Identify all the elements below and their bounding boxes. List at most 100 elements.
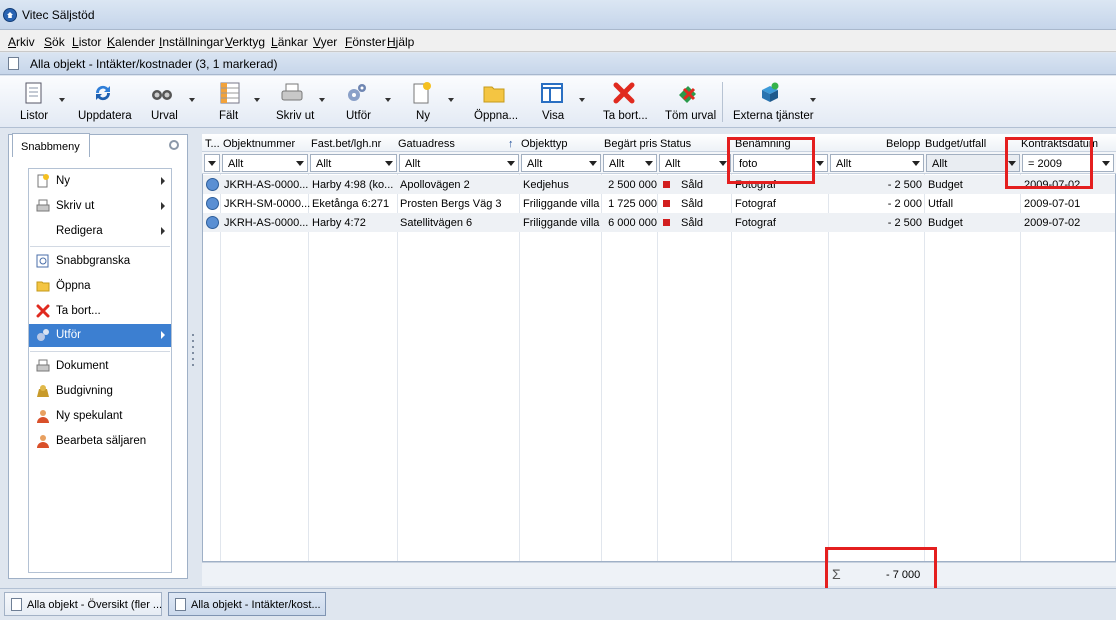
quick-menu-item-skriv-ut[interactable]: Skriv ut xyxy=(29,195,171,218)
toolbar-ny-button[interactable]: Ny xyxy=(404,78,454,124)
clear-selection-icon xyxy=(679,86,696,103)
column-header-typ[interactable]: T... xyxy=(205,138,220,150)
refresh-icon xyxy=(95,85,111,101)
menu-installningar[interactable]: Inställningar xyxy=(159,35,224,49)
toolbar-tom-urval-button[interactable]: Töm urval xyxy=(662,78,718,124)
title-bar: Vitec Säljstöd xyxy=(0,0,1116,30)
chevron-down-icon[interactable] xyxy=(319,98,325,102)
quick-menu-item-oppna[interactable]: Öppna xyxy=(29,275,171,298)
toolbar-visa-button[interactable]: Visa xyxy=(536,78,588,124)
quick-menu-item-ta-bort[interactable]: Ta bort... xyxy=(29,300,171,323)
house-icon xyxy=(206,178,219,191)
chevron-down-icon[interactable] xyxy=(448,98,454,102)
app-home-icon xyxy=(3,8,17,22)
column-header-budget-utfall[interactable]: Budget/utfall xyxy=(925,138,986,150)
menu-separator xyxy=(30,246,170,247)
external-services-icon xyxy=(762,82,779,102)
chevron-down-icon[interactable] xyxy=(189,98,195,102)
filter-begart-pris[interactable]: Allt xyxy=(603,154,657,172)
menu-separator xyxy=(30,351,170,352)
toolbar-listor-button[interactable]: Listor xyxy=(14,78,65,124)
chevron-down-icon[interactable] xyxy=(254,98,260,102)
table-row[interactable]: JKRH-AS-0000... Harby 4:72 Satellitvägen… xyxy=(203,213,1115,232)
toolbar-externa-tjanster-button[interactable]: Externa tjänster xyxy=(730,78,818,124)
column-header-fastbet[interactable]: Fast.bet/lgh.nr xyxy=(311,138,381,150)
table-row[interactable]: JKRH-SM-0000... Eketånga 6:271 Prosten B… xyxy=(203,194,1115,213)
sort-ascending-icon[interactable]: ↑ xyxy=(508,138,514,150)
chevron-down-icon[interactable] xyxy=(579,98,585,102)
grid-header: T... Objektnummer Fast.bet/lgh.nr Gatuad… xyxy=(202,134,1116,152)
table-row[interactable]: JKRH-AS-0000... Harby 4:98 (ko... Apollo… xyxy=(203,175,1115,194)
menu-listor[interactable]: Listor xyxy=(72,35,101,49)
gears-icon xyxy=(348,84,366,101)
tab-snabbmeny[interactable]: Snabbmeny xyxy=(12,133,90,157)
delete-icon xyxy=(613,82,635,104)
toolbar-falt-button[interactable]: Fält xyxy=(214,78,262,124)
chevron-down-icon[interactable] xyxy=(810,98,816,102)
toolbar-uppdatera-button[interactable]: Uppdatera xyxy=(76,78,132,124)
quick-menu-item-budgivning[interactable]: Budgivning xyxy=(29,380,171,403)
chevron-down-icon xyxy=(1102,161,1110,166)
toolbar-separator xyxy=(722,82,723,122)
toolbar-ta-bort-button[interactable]: Ta bort... xyxy=(600,78,650,124)
window-title: Vitec Säljstöd xyxy=(22,8,95,22)
chevron-down-icon xyxy=(589,161,597,166)
chevron-down-icon xyxy=(912,161,920,166)
menu-kalender[interactable]: Kalender xyxy=(107,35,155,49)
chevron-down-icon xyxy=(296,161,304,166)
chevron-down-icon[interactable] xyxy=(385,98,391,102)
highlight-box xyxy=(727,137,815,184)
list-icon xyxy=(25,82,42,104)
filter-fastbet[interactable]: Allt xyxy=(310,154,397,172)
summary-bar xyxy=(202,562,1116,586)
quick-menu-item-redigera[interactable]: Redigera xyxy=(29,220,171,243)
column-header-objekttyp[interactable]: Objekttyp xyxy=(521,138,567,150)
document-icon xyxy=(175,598,186,611)
quick-menu-item-snabbgranska[interactable]: Snabbgranska xyxy=(29,250,171,273)
menu-bar: Arkiv Sök Listor Kalender Inställningar … xyxy=(0,30,1116,52)
menu-verktyg[interactable]: Verktyg xyxy=(225,35,265,49)
quick-menu-item-utfor[interactable]: Utför xyxy=(29,324,171,347)
column-header-objektnummer[interactable]: Objektnummer xyxy=(223,138,295,150)
filter-belopp[interactable]: Allt xyxy=(830,154,924,172)
filter-objektnummer[interactable]: Allt xyxy=(222,154,308,172)
document-icon xyxy=(8,57,19,70)
column-header-status[interactable]: Status xyxy=(660,138,691,150)
pin-icon[interactable] xyxy=(169,140,179,150)
column-header-begart-pris[interactable]: Begärt pris xyxy=(604,138,657,150)
preview-icon xyxy=(36,254,49,268)
quick-menu-item-ny[interactable]: Ny xyxy=(29,170,171,193)
new-icon xyxy=(37,174,49,188)
document-bar: Alla objekt - Intäkter/kostnader (3, 1 m… xyxy=(0,53,1116,75)
document-icon xyxy=(36,359,50,372)
column-header-belopp[interactable]: Belopp xyxy=(886,138,920,150)
menu-hjalp[interactable]: Hjälp xyxy=(387,35,414,49)
toolbar-utfor-button[interactable]: Utför xyxy=(342,78,392,124)
toolbar-skriv-ut-button[interactable]: Skriv ut xyxy=(274,78,330,124)
person-icon xyxy=(37,410,49,423)
panel-splitter[interactable] xyxy=(191,330,195,380)
filter-status[interactable]: Allt xyxy=(659,154,731,172)
quick-menu-item-dokument[interactable]: Dokument xyxy=(29,355,171,378)
chevron-down-icon[interactable] xyxy=(59,98,65,102)
task-alla-objekt-intakter[interactable]: Alla objekt - Intäkter/kost... xyxy=(168,592,326,616)
menu-fonster[interactable]: Fönster xyxy=(345,35,386,49)
fields-icon xyxy=(220,82,240,104)
menu-arkiv[interactable]: Arkiv xyxy=(8,35,35,49)
person-icon xyxy=(37,435,49,448)
toolbar-oppna-button[interactable]: Öppna... xyxy=(470,78,520,124)
chevron-down-icon xyxy=(507,161,515,166)
filter-objekttyp[interactable]: Allt xyxy=(521,154,601,172)
filter-typ[interactable] xyxy=(204,154,220,172)
quick-menu-item-ny-spekulant[interactable]: Ny spekulant xyxy=(29,405,171,428)
chevron-down-icon xyxy=(645,161,653,166)
menu-vyer[interactable]: Vyer xyxy=(313,35,337,49)
filter-gatuadress[interactable]: Allt xyxy=(399,154,519,172)
toolbar-urval-button[interactable]: Urval xyxy=(148,78,198,124)
menu-lankar[interactable]: Länkar xyxy=(271,35,308,49)
task-alla-objekt-oversikt[interactable]: Alla objekt - Översikt (fler ... xyxy=(4,592,162,616)
quick-menu-item-bearbeta-saljaren[interactable]: Bearbeta säljaren xyxy=(29,430,171,453)
menu-sok[interactable]: Sök xyxy=(44,35,65,49)
delete-icon xyxy=(36,304,50,318)
column-header-gatuadress[interactable]: Gatuadress xyxy=(398,138,455,150)
